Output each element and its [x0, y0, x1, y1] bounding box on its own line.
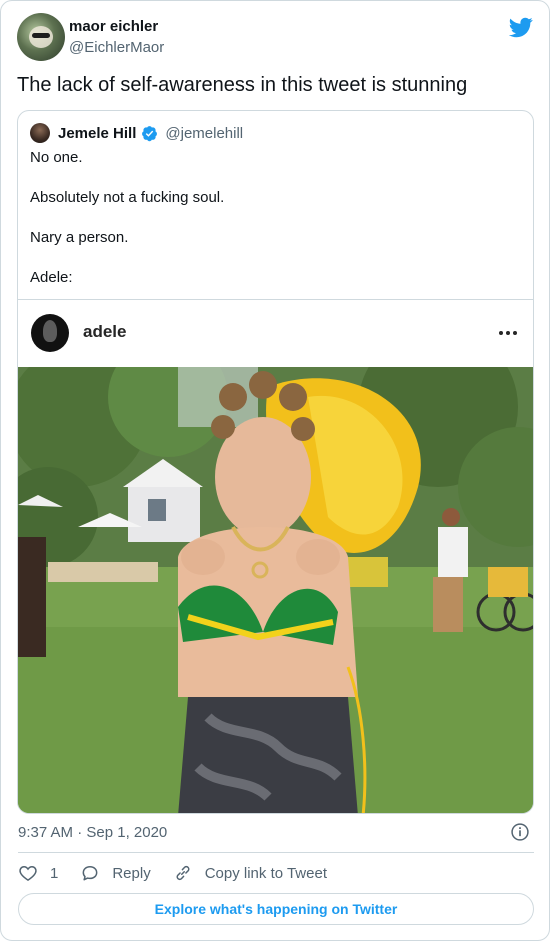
quoted-text-line: No one.	[30, 149, 83, 166]
more-dots-icon[interactable]	[499, 331, 517, 335]
tweet-timestamp[interactable]: 9:37 AM · Sep 1, 2020	[18, 824, 167, 841]
copy-link-button[interactable]: Copy link to Tweet	[173, 863, 327, 883]
author-handle[interactable]: @EichlerMaor	[69, 39, 164, 56]
quoted-author-name: Jemele Hill	[58, 124, 137, 142]
author-avatar[interactable]	[17, 13, 65, 61]
tweet-header: maor eichler @EichlerMaor	[17, 13, 535, 63]
instagram-avatar[interactable]	[31, 314, 69, 352]
author-name[interactable]: maor eichler	[69, 18, 158, 35]
like-count: 1	[50, 864, 59, 882]
twitter-bird-icon[interactable]	[509, 15, 533, 39]
tweet-text: The lack of self-awareness in this tweet…	[17, 74, 468, 96]
heart-icon	[19, 865, 37, 881]
link-icon	[176, 865, 190, 881]
quoted-author-avatar	[30, 123, 50, 143]
copy-link-label: Copy link to Tweet	[204, 864, 327, 882]
quoted-text-line: Absolutely not a fucking soul.	[30, 189, 225, 206]
divider	[18, 852, 534, 853]
tweet-card: maor eichler @EichlerMaor The lack of se…	[0, 0, 550, 941]
info-icon[interactable]	[510, 822, 530, 842]
quoted-text-line: Adele:	[30, 269, 73, 286]
quoted-tweet-header: Jemele Hill @jemelehill	[30, 123, 243, 143]
instagram-embed[interactable]: adele	[18, 299, 533, 813]
reply-button[interactable]: Reply	[80, 863, 151, 883]
instagram-header: adele	[18, 300, 533, 367]
quoted-author-handle: @jemelehill	[165, 124, 244, 142]
instagram-username[interactable]: adele	[83, 322, 126, 342]
photo-illustration	[18, 367, 533, 813]
tweet-actions: 1 Reply Copy link to Tweet	[18, 861, 349, 885]
quoted-text-line: Nary a person.	[30, 229, 129, 246]
embedded-photo[interactable]	[18, 367, 533, 813]
verified-badge-icon	[142, 125, 158, 141]
reply-label: Reply	[112, 864, 151, 882]
explore-twitter-button[interactable]: Explore what's happening on Twitter	[18, 893, 534, 925]
reply-bubble-icon	[82, 866, 98, 881]
like-button[interactable]: 1	[18, 863, 58, 883]
quoted-tweet[interactable]: Jemele Hill @jemelehill No one. Absolute…	[17, 110, 534, 814]
